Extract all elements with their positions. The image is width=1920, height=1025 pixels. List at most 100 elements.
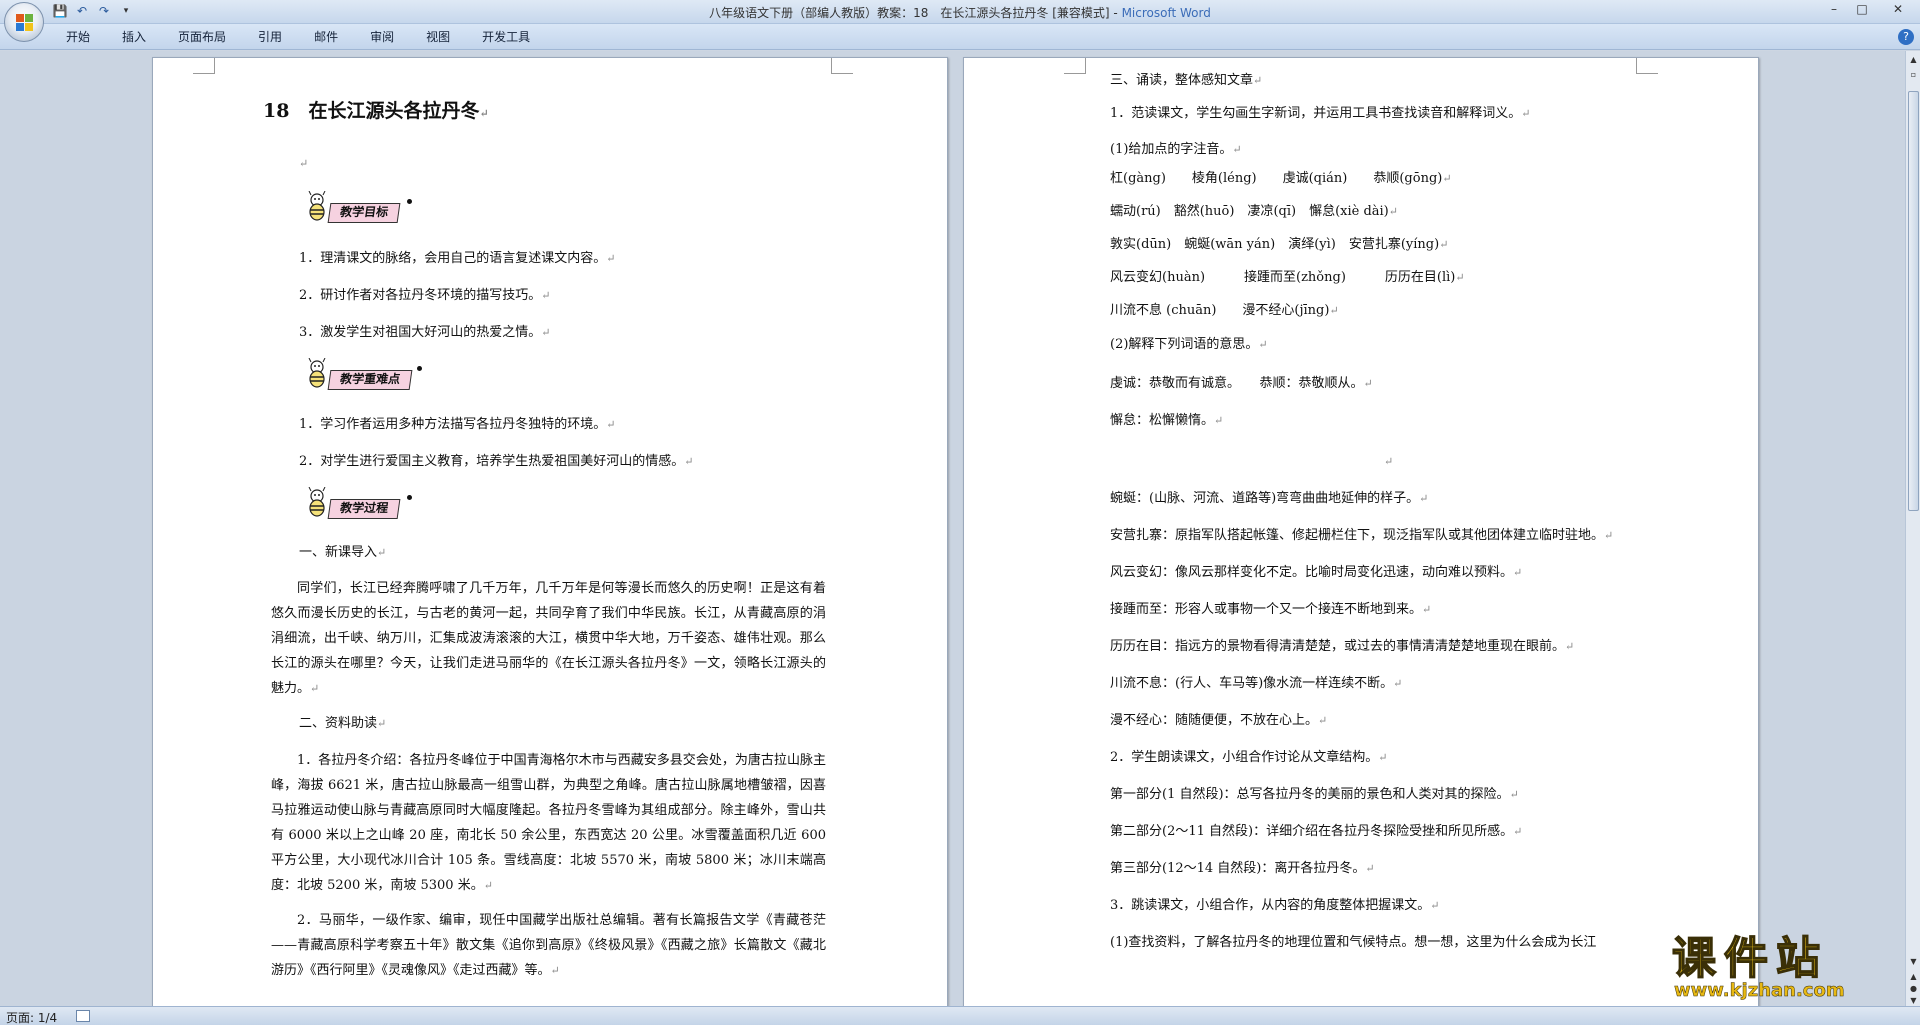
- line-text: 历历在目：指远方的景物看得清清楚楚，或过去的事情清清楚楚地重现在眼前。: [1110, 639, 1566, 654]
- paragraph-mark: ↵: [1365, 862, 1375, 875]
- paragraph-mark: ↵: [1388, 205, 1398, 218]
- paragraph-mark: ↵: [541, 289, 551, 302]
- watermark-url: www.kjzhan.com: [1674, 980, 1845, 1002]
- tab-developer[interactable]: 开发工具: [466, 29, 546, 45]
- line-text: (1)查找资料，了解各拉丹冬的地理位置和气候特点。想一想，这里为什么会成为长江: [1110, 935, 1597, 950]
- watermark-logo: 课件站 www.kjzhan.com: [1671, 922, 1902, 1006]
- difficulty-text: 1．学习作者运用多种方法描写各拉丹冬独特的环境。: [299, 417, 607, 432]
- crop-mark: [1636, 58, 1658, 74]
- section-heading: 一、新课导入↵: [299, 542, 386, 564]
- vertical-scrollbar[interactable]: ▲ ▫ ▼ ▲ ● ▼: [1905, 51, 1920, 1006]
- right-page-line: 安营扎寨：原指军队搭起帐篷、修起栅栏住下，现泛指军队或其他团体建立临时驻地。↵: [1110, 525, 1613, 547]
- maximize-button[interactable]: □: [1848, 0, 1876, 18]
- window-title-doc: 八年级语文下册（部编人教版）教案：18 在长江源头各拉丹冬 [兼容模式] -: [709, 6, 1122, 20]
- document-page-1[interactable]: 18 在长江源头各拉丹冬↵ ↵ 教学目标 1．理清课文的脉络，会用自己的语言复述…: [152, 57, 948, 1006]
- paragraph-mark: ↵: [377, 546, 387, 559]
- line-text: 风云变幻：像风云那样变化不定。比喻时局变化迅速，动向难以预料。: [1110, 565, 1514, 580]
- paragraph-mark: ↵: [1604, 529, 1614, 542]
- paragraph-mark: ↵: [1363, 377, 1373, 390]
- paragraph-mark: ↵: [1509, 788, 1519, 801]
- crop-mark: [193, 58, 215, 74]
- window-title-app: Microsoft Word: [1121, 6, 1211, 20]
- line-text: 第三部分(12～14 自然段)：离开各拉丹冬。: [1110, 861, 1366, 876]
- line-text: 第一部分(1 自然段)：总写各拉丹冬的美丽的景色和人类对其的探险。: [1110, 787, 1510, 802]
- body-text: 同学们，长江已经奔腾呼啸了几千万年，几千万年是何等漫长而悠久的历史啊！正是这有着…: [271, 581, 826, 696]
- right-page-line: 第二部分(2～11 自然段)：详细介绍在各拉丹冬探险受挫和所见所感。↵: [1110, 821, 1522, 843]
- tab-insert[interactable]: 插入: [106, 29, 162, 45]
- goal-item: 3．激发学生对祖国大好河山的热爱之情。↵: [299, 322, 551, 344]
- paragraph-mark: ↵: [299, 157, 309, 170]
- browse-object-icon[interactable]: ●: [1908, 983, 1919, 994]
- badge-label: 教学过程: [327, 499, 401, 519]
- right-page-line: 川流不息 (chuān) 漫不经心(jīng)↵: [1110, 300, 1339, 322]
- line-text: 川流不息：(行人、车马等)像水流一样连续不断。: [1110, 676, 1394, 691]
- line-text: 蜿蜒：(山脉、河流、道路等)弯弯曲曲地延伸的样子。: [1110, 491, 1420, 506]
- window-title: 八年级语文下册（部编人教版）教案：18 在长江源头各拉丹冬 [兼容模式] - M…: [0, 4, 1920, 21]
- paragraph-mark: ↵: [377, 717, 387, 730]
- tab-mailings[interactable]: 邮件: [298, 29, 354, 45]
- proofing-icon[interactable]: [76, 1010, 90, 1022]
- right-page-line: (1)查找资料，了解各拉丹冬的地理位置和气候特点。想一想，这里为什么会成为长江: [1110, 932, 1596, 954]
- line-text: (1)给加点的字注音。: [1110, 142, 1233, 157]
- line-text: 2．学生朗读课文，小组合作讨论从文章结构。: [1110, 750, 1379, 765]
- section-heading: 二、资料助读↵: [299, 713, 386, 735]
- minimize-button[interactable]: –: [1820, 0, 1848, 18]
- tab-references[interactable]: 引用: [242, 29, 298, 45]
- paragraph-mark: ↵: [1318, 714, 1328, 727]
- body-text: 2．马丽华，一级作家、编审，现任中国藏学出版社总编辑。著有长篇报告文学《青藏苍茫…: [271, 913, 826, 978]
- paragraph-mark: ↵: [1393, 677, 1403, 690]
- right-page-line: 蠕动(rú) 豁然(huō) 凄凉(qī) 懈怠(xiè dài)↵: [1110, 201, 1398, 223]
- paragraph-mark: ↵: [1513, 825, 1523, 838]
- paragraph-mark: ↵: [1455, 271, 1465, 284]
- right-page-line: 第三部分(12～14 自然段)：离开各拉丹冬。↵: [1110, 858, 1375, 880]
- scroll-thumb[interactable]: [1908, 91, 1919, 511]
- tab-page-layout[interactable]: 页面布局: [162, 29, 242, 45]
- right-page-line: 第一部分(1 自然段)：总写各拉丹冬的美丽的景色和人类对其的探险。↵: [1110, 784, 1519, 806]
- line-text: 接踵而至：形容人或事物一个又一个接连不断地到来。: [1110, 602, 1423, 617]
- paragraph-mark: ↵: [550, 964, 560, 977]
- paragraph-mark: ↵: [1521, 107, 1531, 120]
- paragraph-mark: ↵: [541, 326, 551, 339]
- right-page-line: 三、诵读，整体感知文章↵: [1110, 70, 1262, 92]
- help-icon[interactable]: ?: [1898, 29, 1914, 45]
- difficulty-item: 1．学习作者运用多种方法描写各拉丹冬独特的环境。↵: [299, 414, 616, 436]
- paragraph-mark: ↵: [1232, 143, 1242, 156]
- ruler-toggle-icon[interactable]: ▫: [1908, 69, 1919, 80]
- line-text: 敦实(dūn) 蜿蜒(wān yán) 演绎(yì) 安营扎寨(yíng): [1110, 237, 1440, 252]
- next-page-icon[interactable]: ▼: [1908, 995, 1919, 1006]
- tab-review[interactable]: 审阅: [354, 29, 410, 45]
- right-page-line: 漫不经心：随随便便，不放在心上。↵: [1110, 710, 1327, 732]
- paragraph-mark: ↵: [479, 107, 489, 120]
- office-logo-icon: [16, 14, 34, 32]
- right-page-line: 蜿蜒：(山脉、河流、道路等)弯弯曲曲地延伸的样子。↵: [1110, 488, 1428, 510]
- paragraph-mark: ↵: [1439, 238, 1449, 251]
- tab-view[interactable]: 视图: [410, 29, 466, 45]
- close-button[interactable]: ✕: [1876, 0, 1920, 18]
- crop-mark: [1064, 58, 1086, 74]
- scroll-down-icon[interactable]: ▼: [1908, 956, 1919, 967]
- paragraph-mark: ↵: [1329, 304, 1339, 317]
- right-page-line: 历历在目：指远方的景物看得清清楚楚，或过去的事情清清楚楚地重现在眼前。↵: [1110, 636, 1574, 658]
- badge-key-difficulties: 教学重难点: [303, 356, 433, 396]
- paragraph-mark: ↵: [1258, 338, 1268, 351]
- office-button[interactable]: [4, 2, 44, 42]
- tab-home[interactable]: 开始: [50, 29, 106, 45]
- empty-paragraph: ↵: [299, 153, 308, 175]
- difficulty-item: 2．对学生进行爱国主义教育，培养学生热爱祖国美好河山的情感。↵: [299, 451, 694, 473]
- paragraph-mark: ↵: [1214, 414, 1224, 427]
- badge-dot: [407, 495, 412, 500]
- document-page-2[interactable]: 三、诵读，整体感知文章↵ 1．范读课文，学生勾画生字新词，并运用工具书查找读音和解…: [963, 57, 1759, 1006]
- right-page-line: 1．范读课文，学生勾画生字新词，并运用工具书查找读音和解释词义。↵: [1110, 103, 1531, 125]
- right-page-line: (1)给加点的字注音。↵: [1110, 139, 1242, 161]
- paragraph-mark: ↵: [1419, 492, 1429, 505]
- previous-page-icon[interactable]: ▲: [1908, 971, 1919, 982]
- badge-label: 教学目标: [327, 203, 401, 223]
- section-heading-text: 二、资料助读: [299, 716, 378, 731]
- document-area[interactable]: 18 在长江源头各拉丹冬↵ ↵ 教学目标 1．理清课文的脉络，会用自己的语言复述…: [0, 51, 1905, 1006]
- window-controls: – □ ✕: [1820, 0, 1920, 18]
- paragraph-mark: ↵: [1565, 640, 1575, 653]
- scroll-up-icon[interactable]: ▲: [1908, 54, 1919, 65]
- paragraph-mark: ↵: [1430, 899, 1440, 912]
- page-indicator[interactable]: 页面: 1/4: [6, 1009, 57, 1025]
- line-text: 三、诵读，整体感知文章: [1110, 73, 1254, 88]
